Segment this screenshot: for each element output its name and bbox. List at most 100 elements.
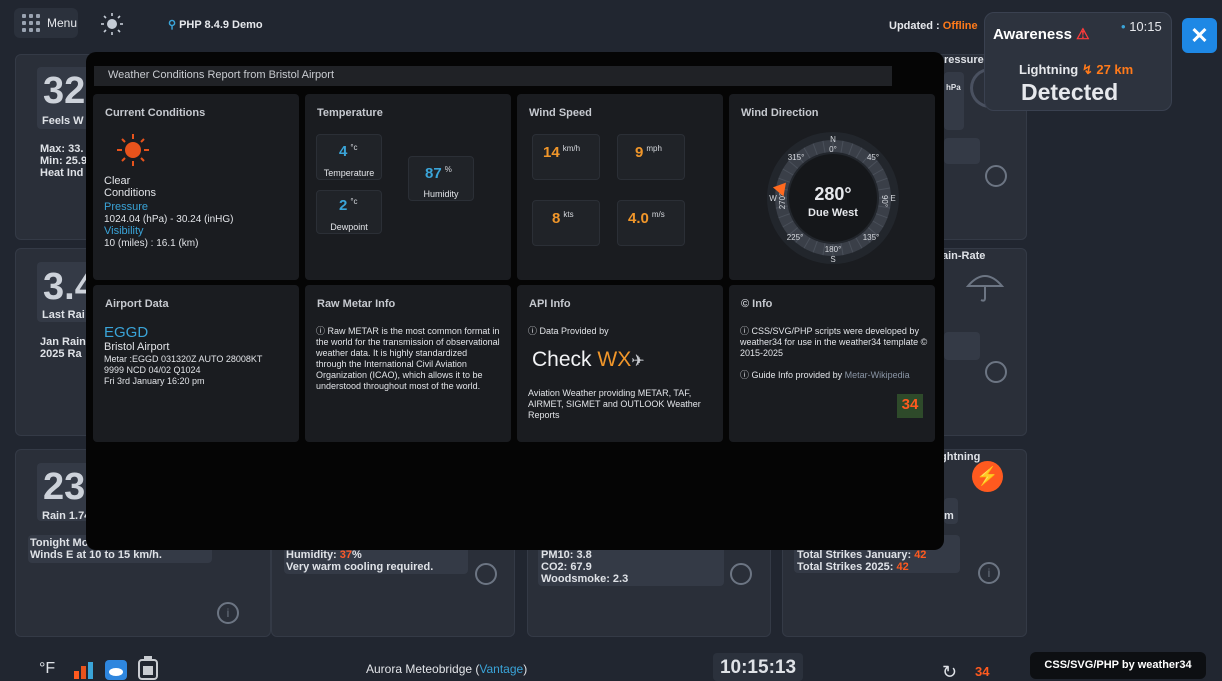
temperature-value: 32 bbox=[43, 70, 86, 112]
sun-icon bbox=[117, 134, 149, 166]
checkwx-logo[interactable]: Check WX✈ bbox=[532, 348, 645, 372]
units-toggle[interactable]: °F bbox=[39, 660, 55, 678]
dewpoint-caption: Dewpoint bbox=[330, 222, 368, 232]
forecast-value: 23 bbox=[43, 466, 86, 508]
airport-code: EGGD bbox=[104, 324, 149, 341]
ms-tile: 4.0 m/s bbox=[617, 200, 685, 246]
pressure-tile bbox=[944, 72, 964, 130]
cloud-icon[interactable] bbox=[105, 660, 127, 680]
dewpoint-tile: 2 °c Dewpoint bbox=[316, 190, 382, 234]
weather34-badge[interactable]: 34 bbox=[897, 394, 923, 418]
raw-metar-text: ⓘ Raw METAR is the most common format in… bbox=[316, 326, 500, 391]
wind-speed-panel: Wind Speed 14 km/h 9 mph 8 kts 4.0 m/s bbox=[517, 94, 723, 280]
panel-title: Wind Direction bbox=[741, 107, 819, 119]
direction-degrees: 280° bbox=[814, 184, 851, 204]
compass-dial: N 0° S 180° W E 45° 135° 225° 315° 270° … bbox=[767, 132, 899, 264]
vantage-link[interactable]: Vantage bbox=[479, 662, 523, 676]
airport-name: Bristol Airport bbox=[104, 341, 170, 353]
bar-chart-icon[interactable] bbox=[73, 661, 93, 679]
last-rain-label: Last Rai bbox=[42, 309, 85, 321]
temperature-panel: Temperature 4 °c Temperature 2 °c Dewpoint… bbox=[305, 94, 511, 280]
info-credit: ⓘ CSS/SVG/PHP scripts were developed by … bbox=[740, 326, 928, 358]
api-info-panel: API Info ⓘ Data Provided by Check WX✈ Av… bbox=[517, 285, 723, 442]
offline-badge: Offline bbox=[942, 20, 978, 32]
raw-metar-panel: Raw Metar Info ⓘ Raw METAR is the most c… bbox=[305, 285, 511, 442]
info-icon: ⓘ bbox=[740, 326, 750, 336]
temp-caption: Temperature bbox=[323, 168, 375, 178]
kmh-tile: 14 km/h bbox=[532, 134, 600, 180]
jan-rain-label: Jan Rain bbox=[40, 336, 86, 348]
compass-s-deg: 180° bbox=[825, 245, 842, 254]
menu-label: Menu bbox=[47, 16, 78, 30]
pressure-unit: hPa bbox=[946, 83, 961, 92]
grid-menu-icon bbox=[22, 14, 40, 32]
co2-label: CO2: 67.9 bbox=[541, 561, 592, 573]
credit-badge[interactable]: CSS/SVG/PHP by weather34 bbox=[1030, 652, 1206, 679]
compass-nw-deg: 315° bbox=[788, 153, 805, 162]
theme-toggle-icon[interactable] bbox=[100, 12, 124, 36]
lightning-bolt-icon: ⚡ bbox=[972, 461, 1003, 492]
chart-icon[interactable] bbox=[985, 361, 1007, 383]
awareness-title: Awareness ⚠ bbox=[993, 26, 1090, 43]
station-label: Aurora Meteobridge (Vantage) bbox=[366, 662, 528, 676]
strikes-january: Total Strikes January: 42 bbox=[797, 549, 927, 561]
refresh-icon[interactable]: ↻ bbox=[942, 662, 957, 681]
humidity-reading: 87% bbox=[425, 165, 452, 182]
info-icon[interactable]: i bbox=[217, 602, 239, 624]
compass-e-deg: 90° bbox=[880, 195, 889, 207]
close-button[interactable]: ✕ bbox=[1182, 18, 1217, 53]
kts-tile: 8 kts bbox=[532, 200, 600, 246]
php-version-label[interactable]: ⚲ PHP 8.4.9 Demo bbox=[168, 18, 263, 31]
compass-n-deg: 0° bbox=[829, 145, 837, 154]
lightning-distance: Lightning ↯ 27 km bbox=[1019, 62, 1134, 77]
heat-index-label: Heat Ind bbox=[40, 167, 84, 179]
direction-label: Due West bbox=[808, 207, 858, 219]
umbrella-icon bbox=[965, 275, 1005, 302]
rain-rate-subtile bbox=[944, 332, 980, 360]
compass-sw-deg: 225° bbox=[787, 233, 804, 242]
compass-n: N bbox=[830, 135, 836, 144]
info-icon: ⓘ bbox=[316, 326, 326, 336]
awareness-time: • 10:15 bbox=[1121, 19, 1162, 34]
strikes-2025: Total Strikes 2025: 42 bbox=[797, 561, 909, 573]
pressure-value: 1024.04 (hPa) - 30.24 (inHG) bbox=[104, 214, 234, 225]
chart-icon[interactable] bbox=[730, 563, 752, 585]
forecast-winds: Winds E at 10 to 15 km/h. bbox=[30, 549, 162, 561]
warning-icon: ⚠ bbox=[1076, 26, 1090, 43]
info-icon[interactable]: i bbox=[978, 562, 1000, 584]
rain-rate-title: ain-Rate bbox=[942, 250, 986, 262]
panel-title: Current Conditions bbox=[105, 107, 206, 119]
weather34-logo[interactable]: 34 bbox=[975, 664, 989, 679]
wikipedia-link[interactable]: Metar-Wikipedia bbox=[845, 370, 910, 380]
copyright-icon: © bbox=[741, 298, 750, 310]
airport-data-panel: Airport Data EGGD Bristol Airport Metar … bbox=[93, 285, 299, 442]
pressure-label: Pressure bbox=[104, 201, 149, 213]
feels-like-label: Feels W bbox=[42, 115, 84, 127]
humidity-line: Humidity: 37% bbox=[286, 549, 362, 561]
clock-display: 10:15:13 bbox=[713, 653, 803, 681]
location-pin-icon: ⚲ bbox=[168, 19, 177, 31]
metar-report-modal: Weather Conditions Report from Bristol A… bbox=[86, 52, 944, 550]
api-provided-by: ⓘ Data Provided by bbox=[528, 326, 609, 336]
updated-status: Updated : Offline bbox=[889, 20, 978, 32]
humidity-tile: 87% Humidity bbox=[408, 156, 474, 201]
menu-button[interactable]: Menu bbox=[14, 8, 78, 38]
max-temp-label: Max: 33. bbox=[40, 143, 84, 155]
current-conditions-panel: Current Conditions Clear Conditions Pres… bbox=[93, 94, 299, 280]
chart-icon[interactable] bbox=[475, 563, 497, 585]
plane-icon: ✈ bbox=[631, 353, 645, 370]
battery-icon[interactable] bbox=[138, 656, 158, 680]
visibility-label: Visibility bbox=[104, 225, 144, 237]
pressure-title: ressure bbox=[944, 54, 984, 66]
woodsmoke-label: Woodsmoke: 2.3 bbox=[541, 573, 629, 585]
humidity-note: Very warm cooling required. bbox=[286, 561, 434, 573]
condition-line1: Clear bbox=[104, 175, 131, 187]
rain-forecast-label: Rain 1.74 bbox=[42, 510, 91, 522]
metar-line1: Metar :EGGD 031320Z AUTO 28008KT bbox=[104, 354, 263, 364]
panel-title: API Info bbox=[529, 298, 571, 310]
panel-title: © Info bbox=[741, 298, 773, 310]
panel-title: Wind Speed bbox=[529, 107, 592, 119]
temp-tile: 4 °c Temperature bbox=[316, 134, 382, 180]
chart-icon[interactable] bbox=[985, 165, 1007, 187]
condition-line2: Conditions bbox=[104, 187, 156, 199]
